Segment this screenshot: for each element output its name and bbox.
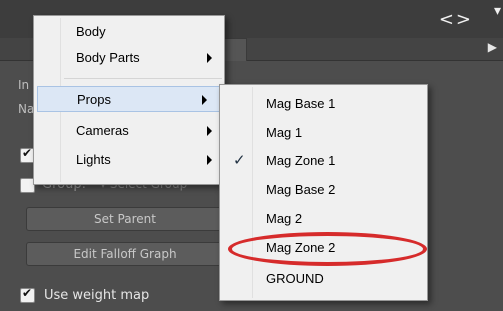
menu-item-props[interactable]: Props (37, 86, 220, 112)
menu-item-label: Cameras (76, 123, 129, 138)
submenu-item-label: Mag Base 2 (266, 182, 336, 197)
annotation-circle (228, 232, 427, 266)
submenu-arrow-icon (207, 155, 212, 165)
menu-item-label: Body (76, 24, 106, 39)
set-parent-button[interactable]: Set Parent (26, 207, 224, 231)
submenu-item-mag-base-1[interactable]: Mag Base 1 (220, 91, 427, 117)
props-submenu: Mag Base 1 Mag 1 ✓ Mag Zone 1 Mag Base 2… (219, 84, 428, 301)
context-menu: Body Body Parts Props Cameras Lights (33, 15, 225, 185)
submenu-arrow-icon (207, 53, 212, 63)
menu-item-label: Body Parts (76, 50, 140, 65)
menu-separator (64, 78, 222, 79)
tab-scroll-right-icon[interactable]: ▶ (488, 40, 497, 54)
edit-falloff-graph-button[interactable]: Edit Falloff Graph (26, 242, 224, 266)
menu-item-label: Props (77, 92, 111, 107)
submenu-item-mag-2[interactable]: Mag 2 (220, 206, 427, 232)
submenu-item-ground[interactable]: GROUND (220, 266, 427, 292)
panel-menu-icon[interactable]: ▾ (494, 3, 501, 19)
checkmark-icon: ✓ (233, 152, 246, 169)
use-weight-map-label: Use weight map (44, 288, 150, 303)
submenu-item-label: GROUND (266, 271, 324, 286)
submenu-item-label: Mag Zone 1 (266, 153, 336, 168)
submenu-item-mag-base-2[interactable]: Mag Base 2 (220, 177, 427, 203)
menu-item-body-parts[interactable]: Body Parts (34, 45, 224, 71)
submenu-item-mag-zone-1[interactable]: ✓ Mag Zone 1 (220, 148, 427, 174)
submenu-item-label: Mag 2 (266, 211, 303, 226)
menu-item-label: Lights (76, 152, 111, 167)
submenu-item-label: Mag Base 1 (266, 96, 336, 111)
use-weight-map-checkbox[interactable] (20, 286, 35, 303)
submenu-arrow-icon (207, 126, 212, 136)
side-label-in: In (18, 78, 30, 92)
menu-item-cameras[interactable]: Cameras (34, 118, 224, 144)
nav-arrows-icon[interactable]: <> (439, 9, 473, 30)
menu-item-body[interactable]: Body (34, 19, 224, 45)
menu-item-lights[interactable]: Lights (34, 147, 224, 173)
submenu-item-label: Mag 1 (266, 125, 303, 140)
side-label-na: Na (18, 102, 35, 116)
submenu-arrow-icon (202, 95, 207, 105)
submenu-item-mag-1[interactable]: Mag 1 (220, 120, 427, 146)
